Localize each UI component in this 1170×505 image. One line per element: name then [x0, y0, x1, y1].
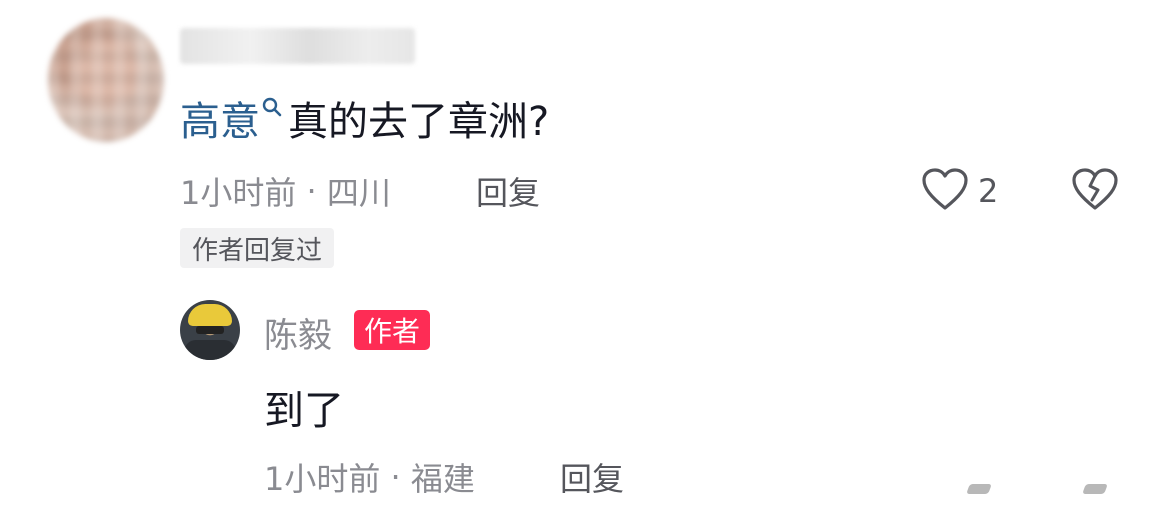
reply-to-reply-button[interactable]: 回复: [560, 454, 624, 500]
comment-meta: 1小时前 · 四川: [180, 168, 391, 214]
decorative-mark: [1082, 484, 1108, 494]
comment-location: 四川: [326, 174, 391, 212]
author-replied-tag[interactable]: 作者回复过: [180, 228, 335, 268]
reply-avatar[interactable]: [180, 300, 240, 360]
commenter-avatar[interactable]: [48, 18, 164, 142]
decorative-mark: [966, 484, 992, 494]
heart-outline-icon: [920, 166, 970, 216]
reply-time: 1小时前: [264, 460, 381, 498]
reply-meta: 1小时前 · 福建: [264, 454, 475, 500]
comment-text: 高意 真的去了章洲?: [180, 90, 549, 146]
author-badge: 作者: [354, 310, 431, 350]
broken-heart-icon: [1070, 168, 1120, 216]
reply-button[interactable]: 回复: [476, 168, 540, 214]
reply-location: 福建: [410, 460, 475, 498]
commenter-username-redacted[interactable]: [180, 28, 415, 64]
meta-separator: ·: [296, 172, 327, 210]
dislike-button[interactable]: [1070, 166, 1120, 216]
reply-username[interactable]: 陈毅: [264, 308, 332, 357]
meta-separator: ·: [380, 458, 411, 496]
like-button[interactable]: 2: [920, 166, 998, 216]
search-icon: [262, 81, 282, 127]
comment-time: 1小时前: [180, 174, 297, 212]
like-count: 2: [978, 172, 999, 210]
mention-link[interactable]: 高意: [180, 89, 260, 147]
reply-body: 到了: [264, 388, 344, 434]
comment-body: 真的去了章洲?: [288, 99, 550, 145]
